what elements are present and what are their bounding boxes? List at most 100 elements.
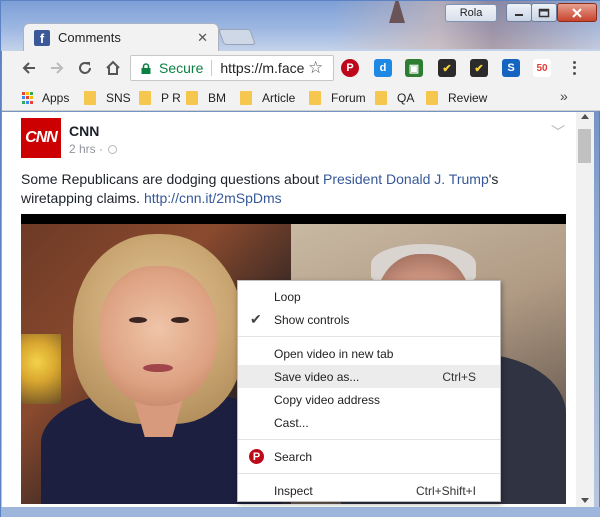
video-flowers	[21, 334, 61, 404]
checkmark-extension-icon[interactable]: ✔	[438, 59, 456, 77]
folder-icon	[186, 91, 198, 105]
folder-icon	[84, 91, 96, 105]
s-extension-icon[interactable]: S	[502, 59, 520, 77]
pinterest-icon[interactable]: P	[341, 59, 359, 77]
folder-icon	[139, 91, 151, 105]
video-top-band	[21, 214, 566, 224]
menu-item-save-video-as[interactable]: Save video as... Ctrl+S	[238, 365, 500, 388]
browser-window: Rola f Comments ✕ Secure https://m.face …	[0, 0, 600, 517]
bookmark-article[interactable]: Article	[240, 90, 295, 106]
bookmark-sns[interactable]: SNS	[84, 90, 131, 106]
context-menu: Loop ✔ Show controls Open video in new t…	[237, 280, 501, 502]
menu-item-shortcut: Ctrl+Shift+I	[415, 483, 476, 498]
address-bar[interactable]: Secure https://m.face	[130, 55, 334, 81]
video-anchor-face	[99, 266, 217, 406]
d-extension-icon[interactable]: d	[374, 59, 392, 77]
post-options-chevron-icon[interactable]: ﹀	[551, 122, 565, 142]
new-tab-button[interactable]	[218, 29, 256, 45]
menu-item-label: Loop	[274, 289, 301, 304]
checkmark-extension-icon-2[interactable]: ✔	[470, 59, 488, 77]
menu-item-label: Inspect	[274, 483, 313, 498]
video-anchor-mouth	[143, 364, 173, 372]
menu-item-label: Open video in new tab	[274, 346, 394, 361]
post-text-before: Some Republicans are dodging questions a…	[21, 171, 323, 187]
video-anchor-eye	[129, 317, 147, 323]
scroll-down-arrow-icon[interactable]	[581, 498, 589, 503]
lock-icon	[141, 62, 151, 74]
facebook-icon: f	[34, 29, 50, 46]
bookmark-forum[interactable]: Forum	[309, 90, 366, 106]
forward-button[interactable]	[46, 57, 68, 79]
chrome-menu-icon[interactable]	[568, 57, 580, 79]
mention-link[interactable]: President Donald J. Trump	[323, 171, 489, 187]
close-window-button[interactable]	[557, 3, 597, 22]
menu-item-search[interactable]: P Search	[238, 445, 500, 468]
menu-item-label: Cast...	[274, 415, 309, 430]
bookmark-label: P R	[161, 91, 181, 105]
tab-title: Comments	[58, 30, 121, 45]
bookmark-review[interactable]: Review	[426, 90, 487, 106]
bookmark-label: Article	[262, 91, 296, 105]
home-button[interactable]	[102, 57, 124, 79]
bookmark-label: QA	[397, 91, 415, 105]
menu-item-open-video-new-tab[interactable]: Open video in new tab	[238, 342, 500, 365]
forward-arrow-icon	[51, 62, 64, 74]
maximize-icon	[538, 8, 550, 17]
back-button[interactable]	[18, 57, 40, 79]
menu-separator	[238, 439, 500, 440]
toolbar: Secure https://m.face ☆ P d ▣ ✔ ✔ S 50	[2, 51, 600, 85]
minimize-icon	[515, 13, 523, 16]
bookmark-apps[interactable]: Apps	[22, 90, 69, 106]
menu-item-show-controls[interactable]: ✔ Show controls	[238, 308, 500, 331]
article-link[interactable]: http://cnn.it/2mSpDms	[144, 190, 282, 206]
bookmark-bm[interactable]: BM	[186, 90, 226, 106]
bookmark-label: SNS	[106, 91, 131, 105]
post-time[interactable]: 2 hrs ·	[69, 142, 118, 156]
green-extension-icon[interactable]: ▣	[405, 59, 423, 77]
tab-comments[interactable]: f Comments ✕	[23, 23, 219, 51]
close-icon	[572, 7, 582, 18]
checkmark-icon: ✔	[250, 311, 262, 327]
menu-item-cast[interactable]: Cast...	[238, 411, 500, 434]
bookmark-qa[interactable]: QA	[375, 90, 414, 106]
post-time-text: 2 hrs ·	[69, 142, 104, 156]
menu-item-label: Search	[274, 449, 313, 464]
pinterest-icon: P	[249, 449, 264, 464]
more-bookmarks-icon[interactable]: »	[560, 88, 568, 104]
page-name[interactable]: CNN	[69, 123, 99, 139]
title-bar: Rola f Comments ✕	[1, 1, 600, 51]
reload-button[interactable]	[74, 57, 96, 79]
bookmark-star-icon[interactable]: ☆	[308, 58, 323, 78]
video-anchor-eye	[171, 317, 189, 323]
bookmark-label: Apps	[42, 91, 70, 105]
globe-icon	[108, 145, 118, 155]
url-text[interactable]: https://m.face	[220, 60, 304, 76]
folder-icon	[309, 91, 321, 105]
bookmarks-bar: Apps SNS P R BM Article Forum QA Review	[2, 85, 600, 111]
scrollbar-thumb[interactable]	[578, 129, 591, 163]
menu-item-label: Save video as...	[274, 369, 360, 384]
close-tab-icon[interactable]: ✕	[197, 30, 208, 46]
menu-item-copy-video-address[interactable]: Copy video address	[238, 388, 500, 411]
bookmark-label: Forum	[331, 91, 366, 105]
bookmark-label: Review	[448, 91, 488, 105]
post-text: Some Republicans are dodging questions a…	[21, 170, 561, 208]
menu-item-inspect[interactable]: Inspect Ctrl+Shift+I	[238, 479, 500, 502]
profile-button[interactable]: Rola	[445, 4, 497, 22]
apps-grid-icon	[22, 92, 34, 104]
bookmark-pr[interactable]: P R	[139, 90, 181, 106]
scroll-up-arrow-icon[interactable]	[581, 114, 589, 119]
menu-item-loop[interactable]: Loop	[238, 285, 500, 308]
reload-icon	[79, 62, 91, 74]
folder-icon	[375, 91, 387, 105]
window-bottom-border	[1, 507, 600, 517]
maximize-button[interactable]	[531, 3, 557, 22]
minimize-button[interactable]	[506, 3, 532, 22]
bookmark-label: BM	[208, 91, 226, 105]
50-extension-icon[interactable]: 50	[533, 59, 551, 77]
menu-item-label: Show controls	[274, 312, 350, 327]
vertical-scrollbar[interactable]	[576, 112, 594, 507]
omnibox-divider	[211, 60, 213, 76]
cnn-logo[interactable]: CNN	[21, 118, 61, 158]
back-arrow-icon	[22, 62, 35, 74]
